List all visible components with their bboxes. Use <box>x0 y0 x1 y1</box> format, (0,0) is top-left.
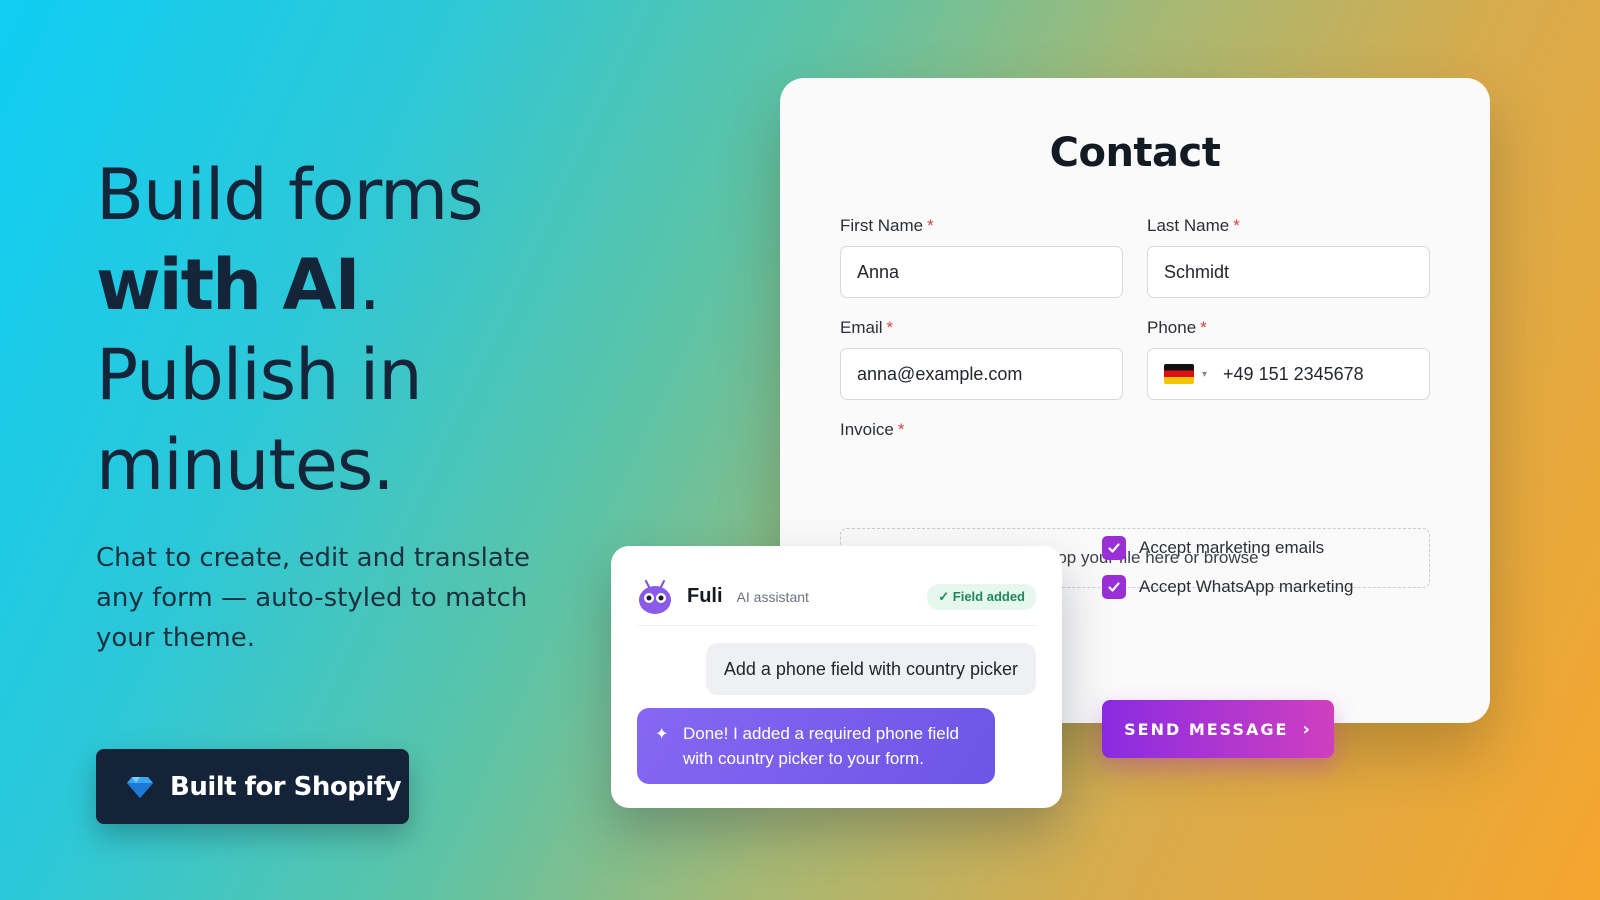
checkmark-icon <box>1108 543 1120 553</box>
form-title: Contact <box>1049 130 1221 176</box>
hero-heading: Build forms with AI. Publish in minutes. <box>96 150 616 510</box>
chevron-right-icon: › <box>1302 718 1312 740</box>
germany-flag-icon[interactable] <box>1164 364 1194 384</box>
diamond-icon <box>127 776 153 798</box>
hero-line-1: Build forms <box>96 154 484 236</box>
whatsapp-marketing-checkbox[interactable] <box>1102 575 1126 599</box>
invoice-label: Invoice * <box>840 420 905 439</box>
phone-label: Phone * <box>1147 318 1207 337</box>
sparkle-icon: ✦ <box>655 726 669 743</box>
last-name-input[interactable]: Schmidt <box>1147 246 1430 298</box>
ai-chat-panel: Fuli AI assistant ✓ Field added Add a ph… <box>611 546 1062 808</box>
whatsapp-marketing-checkbox-row[interactable]: Accept WhatsApp marketing <box>1102 575 1353 599</box>
marketing-emails-checkbox[interactable] <box>1102 536 1126 560</box>
chat-header: Fuli AI assistant ✓ Field added <box>637 568 1036 626</box>
fuli-avatar-icon <box>639 579 671 614</box>
checkmark-icon <box>1108 582 1120 592</box>
built-for-shopify-button[interactable]: Built for Shopify <box>96 749 409 824</box>
ai-message-bubble: ✦ Done! I added a required phone field w… <box>637 708 995 784</box>
hero-line-2: with AI. <box>96 240 616 330</box>
ai-message-text: Done! I added a required phone field wit… <box>683 724 959 768</box>
first-name-label: First Name * <box>840 216 934 235</box>
whatsapp-marketing-label: Accept WhatsApp marketing <box>1139 577 1354 596</box>
country-picker-chevron-icon[interactable]: ▾ <box>1202 369 1207 380</box>
first-name-input[interactable]: Anna <box>840 246 1123 298</box>
hero-emphasis: with AI <box>96 244 361 326</box>
email-label: Email * <box>840 318 894 337</box>
user-message-bubble: Add a phone field with country picker <box>705 643 1036 695</box>
hero-line-3: Publish in <box>96 334 423 416</box>
hero-subtitle: Chat to create, edit and translate any f… <box>96 543 531 653</box>
phone-input[interactable]: ▾ +49 151 2345678 <box>1147 348 1430 400</box>
send-message-label: SEND MESSAGE <box>1124 719 1289 739</box>
field-added-badge: ✓ Field added <box>927 583 1036 610</box>
marketing-emails-label: Accept marketing emails <box>1139 538 1325 557</box>
phone-value: +49 151 2345678 <box>1223 363 1364 384</box>
marketing-emails-checkbox-row[interactable]: Accept marketing emails <box>1102 536 1324 560</box>
hero-period: . <box>358 244 381 326</box>
assistant-name: Fuli <box>687 585 723 607</box>
email-input[interactable]: anna@example.com <box>840 348 1123 400</box>
built-for-shopify-label: Built for Shopify <box>170 771 402 802</box>
assistant-role: AI assistant <box>736 588 809 605</box>
hero-line-4: minutes. <box>96 424 395 506</box>
send-message-button[interactable]: SEND MESSAGE › <box>1102 700 1334 758</box>
last-name-label: Last Name * <box>1147 216 1240 235</box>
